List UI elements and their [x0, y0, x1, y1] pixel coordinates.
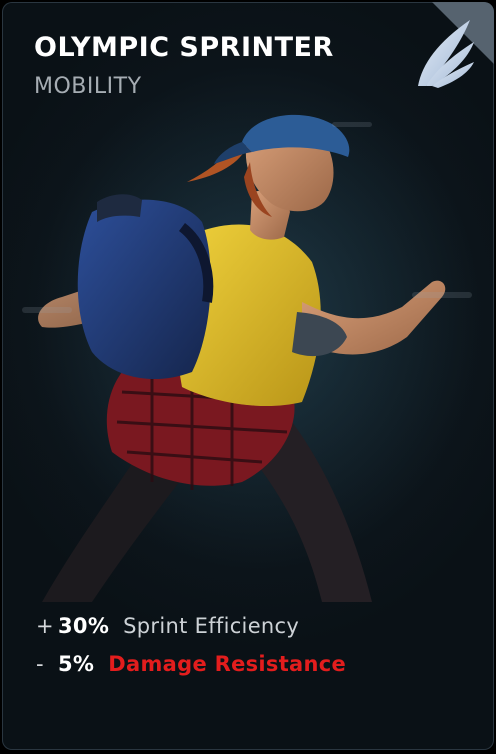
stat-list: + 30% Sprint Efficiency - 5% Damage Resi… [36, 614, 346, 690]
stat-sign: + [36, 614, 54, 638]
stat-sign: - [36, 652, 44, 676]
stat-value: 5% [58, 652, 95, 676]
stat-label: Sprint Efficiency [123, 614, 300, 638]
perk-title: OLYMPIC SPRINTER [34, 32, 334, 63]
stat-label: Damage Resistance [108, 652, 347, 676]
perk-category: MOBILITY [34, 74, 142, 99]
perk-card[interactable]: OLYMPIC SPRINTER MOBILITY + 30% Sprint E… [2, 2, 494, 750]
wing-icon [418, 20, 474, 88]
character-illustration [2, 102, 494, 602]
stat-row-damage-resistance: - 5% Damage Resistance [36, 652, 346, 690]
stat-value: 30% [58, 614, 110, 638]
stat-row-sprint-efficiency: + 30% Sprint Efficiency [36, 614, 346, 652]
